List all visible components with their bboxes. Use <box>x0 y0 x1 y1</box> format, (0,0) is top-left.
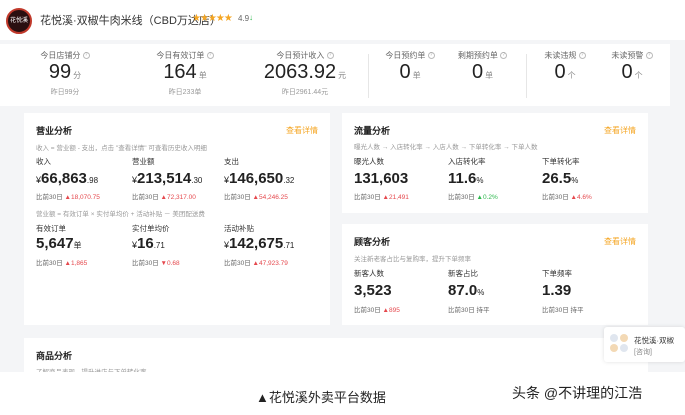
revenue-formula-note: 营业额 = 有效订单 × 实付单均价 + 活动补贴 － 美团配送费 <box>36 211 205 218</box>
metric-label: 实付单均价 <box>132 224 170 233</box>
kpi-expected-income[interactable]: 今日预计收入 ? 2063.92 元 昨日2961.44元 <box>250 44 360 106</box>
metric-label: 入店转化率 <box>448 157 486 166</box>
watermark-text: 头条 @不讲理的江浩 <box>512 385 643 401</box>
metric-revenue-value: ¥213,514.30 <box>132 170 203 187</box>
traffic-analysis-panel: 流量分析 查看详情 曝光人数 → 入店转化率 → 入店人数 → 下单转化率 → … <box>342 113 648 213</box>
customer-chat-card[interactable]: 花悦溪·双椒 [咨询] <box>604 327 685 362</box>
kpi-divider <box>368 54 369 98</box>
metric-compare: 比前30日 ▲1,865 <box>36 260 88 267</box>
metric-label: 新客占比 <box>448 269 478 278</box>
view-details-link[interactable]: 查看详情 <box>286 125 318 136</box>
metric-compare: 比前30日 ▲47,923.79 <box>224 260 288 267</box>
help-icon[interactable]: ? <box>326 52 334 60</box>
metric-compare: 比前30日 ▲0.2% <box>448 194 498 201</box>
metric-new-customers-value: 3,523 <box>354 282 392 299</box>
panel-title: 顾客分析 <box>354 237 391 247</box>
customer-analysis-panel: 顾客分析 查看详情 关注新老客占比与复购率，提升下单频率 新客人数 3,523 … <box>342 224 648 325</box>
chat-card-subtitle: [咨询] <box>634 349 652 356</box>
panel-title: 流量分析 <box>354 126 391 136</box>
panel-title: 商品分析 <box>36 351 73 361</box>
rating-down-arrow-icon: ↓ <box>249 13 253 22</box>
chat-card-title: 花悦溪·双椒 <box>634 336 674 345</box>
metric-label: 活动补贴 <box>224 224 254 233</box>
chat-avatar-icon <box>610 334 630 354</box>
metric-label: 下单转化率 <box>542 157 580 166</box>
metric-label: 收入 <box>36 157 51 166</box>
metric-label: 有效订单 <box>36 224 66 233</box>
kpi-strip: 今日店铺分 ? 99 分 昨日99分 今日有效订单 ? 164 单 昨日233单 今… <box>0 44 670 106</box>
kpi-store-score[interactable]: 今日店铺分 ? 99 分 昨日99分 <box>20 44 110 106</box>
help-icon[interactable]: ? <box>645 52 653 60</box>
metric-compare: 比前30日 ▲18,070.75 <box>36 194 100 201</box>
store-logo: 花悦溪 <box>6 8 32 34</box>
kpi-unread-warnings[interactable]: 未读预警 ? 0个 <box>597 44 667 106</box>
metric-compare: 比前30日 持平 <box>542 307 584 314</box>
income-formula-note: 收入 = 营业额 - 支出，点击 "查看详情" 可查看历史收入明细 <box>36 145 207 152</box>
view-details-link[interactable]: 查看详情 <box>604 125 636 136</box>
metric-label: 新客人数 <box>354 269 384 278</box>
metric-label: 支出 <box>224 157 239 166</box>
store-header: 花悦溪 花悦溪·双椒牛肉米线（CBD万达店） ★★★★★ 4.9 ↓ <box>0 0 685 40</box>
kpi-valid-orders[interactable]: 今日有效订单 ? 164 单 昨日233单 <box>135 44 235 106</box>
metric-compare: 比前30日 ▲21,491 <box>354 194 409 201</box>
help-icon[interactable]: ? <box>578 52 586 60</box>
metric-order-conversion-value: 26.5% <box>542 170 579 187</box>
help-icon[interactable]: ? <box>206 52 214 60</box>
metric-subsidy-value: ¥142,675.71 <box>224 235 295 252</box>
metric-compare: 比前30日 持平 <box>448 307 490 314</box>
metric-label: 曝光人数 <box>354 157 384 166</box>
help-icon[interactable]: ? <box>82 52 90 60</box>
help-icon[interactable]: ? <box>427 52 435 60</box>
kpi-divider <box>526 54 527 98</box>
metric-income-value: ¥66,863.98 <box>36 170 99 187</box>
metric-valid-orders-value: 5,647单 <box>36 235 82 252</box>
metric-compare: 比前30日 ▲54,246.25 <box>224 194 288 201</box>
kpi-future-reservations[interactable]: 剩期预约单 ? 0单 <box>445 44 520 106</box>
traffic-funnel-note: 曝光人数 → 入店转化率 → 入店人数 → 下单转化率 → 下单人数 <box>354 144 538 151</box>
metric-expense-value: ¥146,650.32 <box>224 170 295 187</box>
business-analysis-panel: 营业分析 查看详情 收入 = 营业额 - 支出，点击 "查看详情" 可查看历史收… <box>24 113 330 325</box>
kpi-today-reservations[interactable]: 今日预约单 ? 0单 <box>375 44 445 106</box>
help-icon[interactable]: ? <box>500 52 508 60</box>
metric-order-frequency-value: 1.39 <box>542 282 572 299</box>
metric-store-conversion-value: 11.6% <box>448 170 484 187</box>
customer-note: 关注新老客占比与复购率，提升下单频率 <box>354 256 471 263</box>
metric-compare: 比前30日 ▼0.68 <box>132 260 180 267</box>
metric-avg-price-value: ¥16.71 <box>132 235 165 252</box>
rating-stars-icon: ★★★★★ <box>192 13 233 24</box>
panel-title: 营业分析 <box>36 126 73 136</box>
image-caption: ▲花悦溪外卖平台数据 <box>256 390 386 405</box>
metric-exposure-value: 131,603 <box>354 170 409 187</box>
metric-compare: 比前30日 ▲4.6% <box>542 194 592 201</box>
view-details-link[interactable]: 查看详情 <box>604 236 636 247</box>
metric-label: 下单频率 <box>542 269 572 278</box>
metric-new-customer-ratio-value: 87.0% <box>448 282 485 299</box>
metric-label: 营业额 <box>132 157 155 166</box>
metric-compare: 比前30日 ▲72,317.00 <box>132 194 196 201</box>
rating-value: 4.9 <box>238 14 250 23</box>
kpi-unread-violations[interactable]: 未读违规 ? 0个 <box>530 44 600 106</box>
metric-compare: 比前30日 ▲895 <box>354 307 400 314</box>
